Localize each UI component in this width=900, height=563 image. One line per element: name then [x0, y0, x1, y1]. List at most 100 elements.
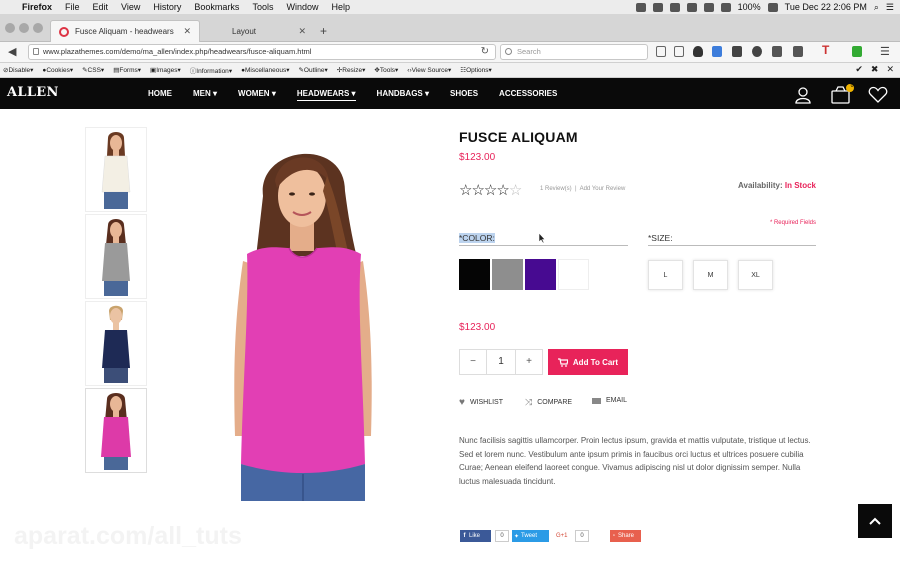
email-link[interactable]: EMAIL [592, 397, 627, 404]
battery-icon[interactable] [767, 2, 778, 12]
tab-close-icon[interactable]: ✕ [183, 26, 191, 37]
devbar-view-source[interactable]: ‹›View Source▾ [407, 66, 451, 74]
qty-increase-button[interactable]: + [515, 349, 543, 375]
menu-edit[interactable]: Edit [93, 2, 109, 12]
menu-view[interactable]: View [121, 2, 140, 12]
size-option-m[interactable]: M [693, 260, 728, 290]
wishlist-heart-icon[interactable] [868, 86, 888, 104]
wishlist-link[interactable]: ♥ WISHLIST [459, 397, 503, 408]
devbar-css[interactable]: ✎CSS▾ [82, 66, 104, 74]
download-icon[interactable] [712, 46, 722, 57]
page-info-icon[interactable] [33, 48, 39, 55]
devbar-miscellaneous[interactable]: ●Miscellaneous▾ [241, 66, 289, 74]
size-option-l[interactable]: L [648, 260, 683, 290]
extension-icon[interactable] [852, 46, 862, 57]
search-bar[interactable]: Search [500, 44, 648, 60]
nav-shoes[interactable]: SHOES [450, 89, 478, 98]
menu-help[interactable]: Help [331, 2, 350, 12]
window-zoom-button[interactable] [33, 23, 43, 33]
account-icon[interactable] [794, 86, 812, 104]
availability-value: In Stock [784, 181, 816, 190]
color-swatch-purple[interactable] [525, 259, 556, 290]
tab-close-icon[interactable]: ✕ [298, 26, 306, 37]
color-swatch-black[interactable] [459, 259, 490, 290]
window-close-button[interactable] [5, 23, 15, 33]
gplus-count: 0 [575, 530, 589, 542]
home-icon[interactable] [732, 46, 742, 57]
devbar-cookies[interactable]: ●Cookies▾ [42, 66, 73, 74]
check-icon[interactable]: ✔ [855, 64, 863, 75]
nav-men[interactable]: MEN ▾ [193, 89, 217, 98]
tab-title: Fusce Aliquam - headwears [75, 27, 174, 36]
devbar-images[interactable]: ▣Images▾ [150, 66, 181, 74]
extension-icon[interactable] [793, 46, 803, 57]
devbar-information[interactable]: ⓘInformation▾ [190, 65, 232, 75]
pocket-icon[interactable] [693, 46, 703, 57]
close-icon[interactable]: ✕ [886, 64, 894, 75]
tab-fusce-aliquam[interactable]: Fusce Aliquam - headwears ✕ [50, 20, 200, 42]
devbar-outline[interactable]: ✎Outline▾ [298, 66, 327, 74]
devbar-tools[interactable]: ✥Tools▾ [374, 66, 398, 74]
devbar-resize[interactable]: ✢Resize▾ [337, 66, 366, 74]
compare-link[interactable]: ⤨ COMPARE [525, 397, 572, 408]
share-button[interactable]: ▫ Share [610, 530, 641, 542]
close-icon[interactable]: ✖ [871, 64, 879, 75]
status-icon[interactable] [686, 2, 697, 12]
devbar-forms[interactable]: ▤Forms▾ [113, 66, 141, 74]
url-text: www.plazathemes.com/demo/ma_allen/index.… [43, 47, 312, 56]
reload-icon[interactable]: ↻ [481, 45, 489, 59]
product-main-image[interactable] [205, 136, 395, 501]
tab-layout[interactable]: Layout ✕ [204, 20, 314, 42]
product-thumbnail[interactable] [85, 127, 147, 212]
size-option-xl[interactable]: XL [738, 260, 773, 290]
bookmark-star-icon[interactable] [656, 46, 666, 57]
add-review-link[interactable]: Add Your Review [580, 186, 626, 192]
menu-bookmarks[interactable]: Bookmarks [194, 2, 239, 12]
notification-icon[interactable]: ☰ [886, 2, 894, 13]
menu-tools[interactable]: Tools [252, 2, 273, 12]
chevron-up-icon [869, 517, 881, 525]
back-button[interactable]: ◀ [8, 45, 16, 58]
color-swatch-white[interactable] [558, 259, 589, 290]
site-logo[interactable]: ALLEN [7, 85, 59, 100]
facebook-like-button[interactable]: f Like [460, 530, 491, 542]
devbar-disable[interactable]: ⊘Disable▾ [3, 66, 33, 74]
window-minimize-button[interactable] [19, 23, 29, 33]
menu-window[interactable]: Window [286, 2, 318, 12]
text-extension-icon[interactable]: T [822, 43, 832, 57]
menu-history[interactable]: History [153, 2, 181, 12]
volume-icon[interactable] [703, 2, 714, 12]
new-tab-button[interactable]: + [320, 24, 327, 38]
status-icon[interactable] [635, 2, 646, 12]
dropbox-icon[interactable] [669, 2, 680, 12]
menu-file[interactable]: File [65, 2, 80, 12]
nav-women[interactable]: WOMEN ▾ [238, 89, 276, 98]
menu-hamburger-icon[interactable]: ☰ [880, 45, 890, 58]
tweet-button[interactable]: ✦ Tweet [512, 530, 549, 542]
qty-decrease-button[interactable]: − [459, 349, 487, 375]
gplus-button[interactable]: G+1 [556, 530, 573, 542]
reading-list-icon[interactable] [674, 46, 684, 57]
nav-accessories[interactable]: ACCESSORIES [499, 89, 557, 98]
status-icon[interactable] [652, 2, 663, 12]
product-thumbnail[interactable] [85, 388, 147, 473]
back-to-top-button[interactable] [858, 504, 892, 538]
url-bar[interactable]: www.plazathemes.com/demo/ma_allen/index.… [28, 44, 496, 60]
spotlight-icon[interactable]: ⌕ [874, 2, 879, 13]
nav-home[interactable]: HOME [148, 89, 172, 98]
add-to-cart-button[interactable]: Add To Cart [548, 349, 628, 375]
color-swatch-grey[interactable] [492, 259, 523, 290]
nav-handbags[interactable]: HANDBAGS ▾ [377, 89, 429, 98]
menubar-app-name[interactable]: Firefox [22, 2, 52, 12]
qty-input[interactable]: 1 [486, 349, 516, 375]
clock[interactable]: Tue Dec 22 2:06 PM [785, 2, 867, 12]
product-thumbnail[interactable] [85, 301, 147, 386]
nav-headwears[interactable]: HEADWEARS ▾ [296, 89, 356, 101]
wifi-icon[interactable] [720, 2, 731, 12]
mouse-cursor-icon [538, 232, 546, 244]
product-thumbnail[interactable] [85, 214, 147, 299]
chat-icon[interactable] [752, 46, 762, 57]
extension-icon[interactable] [772, 46, 782, 57]
review-count-link[interactable]: 1 Review(s) [540, 186, 572, 192]
devbar-options[interactable]: ☷Options▾ [460, 66, 492, 74]
